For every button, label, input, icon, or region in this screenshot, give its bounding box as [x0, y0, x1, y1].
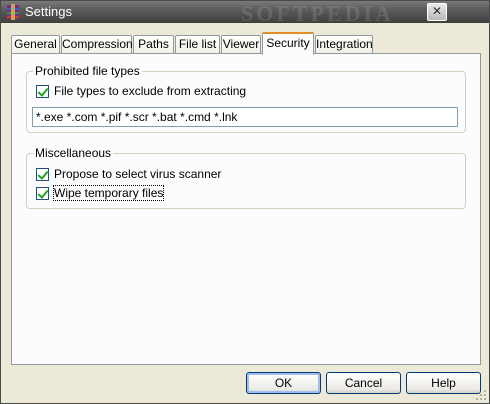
miscellaneous-group: Miscellaneous Propose to select virus sc… — [26, 146, 466, 209]
resize-grip-icon[interactable] — [475, 389, 487, 401]
excluded-types-input[interactable] — [32, 107, 458, 127]
security-tab-page: Prohibited file types File types to excl… — [11, 53, 481, 365]
exclude-file-types-checkbox-row[interactable]: File types to exclude from extracting — [36, 83, 246, 99]
prohibited-file-types-group: Prohibited file types File types to excl… — [26, 64, 466, 133]
group-title-miscellaneous: Miscellaneous — [33, 146, 114, 160]
tab-viewer[interactable]: Viewer — [221, 35, 261, 54]
wipe-temp-files-checkbox[interactable] — [36, 186, 49, 200]
settings-window: Settings SOFTPEDIA ✕ General Compression… — [0, 0, 490, 404]
virus-scanner-checkbox-row[interactable]: Propose to select virus scanner — [36, 166, 221, 182]
help-button[interactable]: Help — [406, 372, 481, 394]
window-title: Settings — [25, 4, 72, 19]
tab-general[interactable]: General — [11, 35, 60, 54]
tab-file-list[interactable]: File list — [175, 35, 220, 54]
exclude-file-types-label[interactable]: File types to exclude from extracting — [54, 84, 246, 98]
close-button[interactable]: ✕ — [427, 3, 447, 21]
close-icon: ✕ — [431, 4, 443, 18]
title-bar[interactable]: Settings SOFTPEDIA ✕ — [1, 1, 489, 26]
virus-scanner-label[interactable]: Propose to select virus scanner — [54, 167, 221, 181]
virus-scanner-checkbox[interactable] — [36, 167, 49, 181]
dialog-client: General Compression Paths File list View… — [3, 23, 489, 403]
ok-button[interactable]: OK — [246, 372, 321, 394]
wipe-temp-files-label[interactable]: Wipe temporary files — [52, 185, 165, 201]
tab-security[interactable]: Security — [262, 32, 314, 55]
wipe-temp-files-checkbox-row[interactable]: Wipe temporary files — [36, 185, 165, 201]
tab-paths[interactable]: Paths — [133, 35, 174, 54]
winrar-app-icon — [7, 4, 19, 20]
group-title-prohibited: Prohibited file types — [33, 64, 142, 78]
tab-compression[interactable]: Compression — [61, 35, 133, 54]
tab-integration[interactable]: Integration — [315, 35, 373, 54]
exclude-file-types-checkbox[interactable] — [36, 84, 49, 98]
cancel-button[interactable]: Cancel — [326, 372, 401, 394]
